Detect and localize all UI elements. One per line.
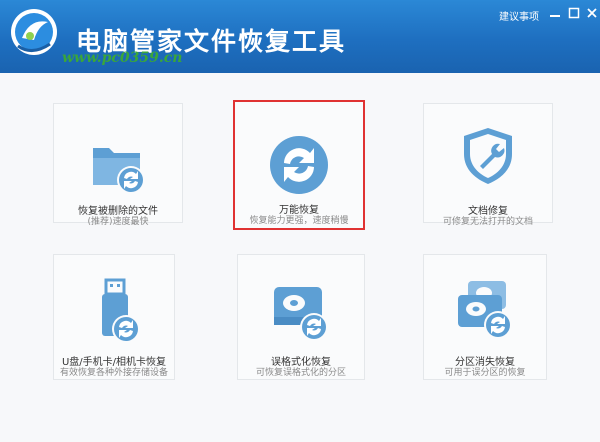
shield-wrench-icon [464, 128, 512, 184]
card-usb-recover[interactable]: U盘/手机卡/相机卡恢复 有效恢复各种外接存储设备 [53, 254, 175, 380]
title-bar: 电脑管家文件恢复工具 www.pc0359.cn 建议事项 [0, 0, 600, 73]
partition-recover-icon [458, 281, 512, 339]
close-icon[interactable] [584, 6, 600, 20]
usb-recover-icon [102, 278, 140, 343]
card-desc: 恢复能力更强，速度稍慢 [249, 216, 349, 226]
card-recover-deleted[interactable]: 恢复被删除的文件 (推荐)速度最快 [53, 103, 183, 227]
watermark-text: www.pc0359.cn [62, 50, 183, 66]
card-partition-recover[interactable]: 分区消失恢复 可用于误分区的恢复 [423, 254, 547, 380]
maximize-icon[interactable] [566, 6, 582, 20]
app-logo-icon [11, 9, 57, 55]
folder-recover-icon [93, 148, 145, 194]
card-desc: 可修复无法打开的文档 [442, 217, 533, 227]
card-format-recover[interactable]: 误格式化恢复 可恢复误格式化的分区 [237, 254, 365, 380]
minimize-icon[interactable] [547, 6, 563, 20]
card-desc: 有效恢复各种外接存储设备 [59, 368, 168, 378]
disk-format-recover-icon [274, 287, 328, 341]
card-document-repair[interactable]: 文档修复 可修复无法打开的文档 [423, 103, 553, 227]
card-desc: (推荐)速度最快 [87, 217, 149, 227]
card-universal-recover[interactable]: 万能恢复 恢复能力更强，速度稍慢 [233, 100, 365, 230]
suggestions-link[interactable]: 建议事项 [499, 8, 539, 23]
card-desc: 可恢复误格式化的分区 [255, 368, 346, 378]
card-desc: 可用于误分区的恢复 [444, 368, 526, 378]
universal-recover-icon [270, 136, 328, 194]
